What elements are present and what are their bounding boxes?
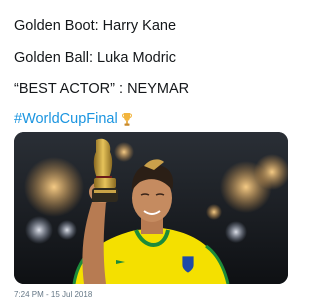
tweet-line-best-actor: “BEST ACTOR” : NEYMAR bbox=[14, 81, 190, 97]
hashtag-line: #WorldCupFinal bbox=[14, 110, 133, 128]
tweet-line-golden-boot: Golden Boot: Harry Kane bbox=[14, 18, 177, 34]
photo-illustration bbox=[14, 132, 288, 284]
tweet-line-golden-ball: Golden Ball: Luka Modric bbox=[14, 50, 176, 66]
tweet-photo[interactable] bbox=[14, 132, 288, 284]
trophy-icon bbox=[121, 112, 132, 126]
tweet-timestamp: 7:24 PM - 15 Jul 2018 bbox=[14, 290, 93, 299]
hashtag-link[interactable]: #WorldCupFinal bbox=[14, 110, 118, 128]
